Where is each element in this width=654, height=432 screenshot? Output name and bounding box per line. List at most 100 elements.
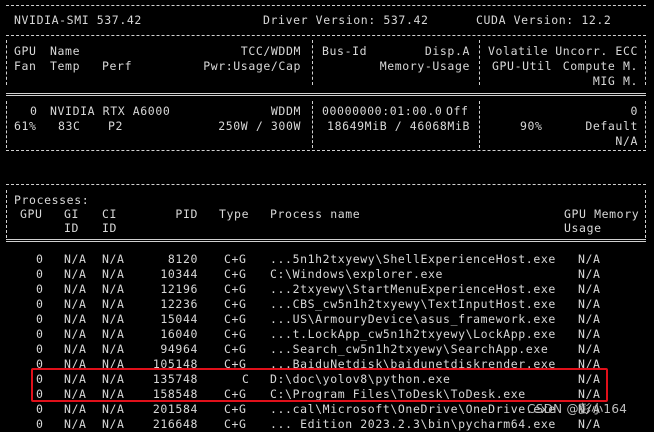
row-type: C+G <box>224 297 247 311</box>
row-ci: N/A <box>102 297 125 311</box>
row-gpu: 0 <box>36 252 44 266</box>
row-type: C+G <box>224 282 247 296</box>
gpu-fan: 61% <box>14 119 37 133</box>
row-process-name: C:\Windows\explorer.exe <box>270 267 444 281</box>
row-gpu: 0 <box>36 282 44 296</box>
row-type: C+G <box>224 312 247 326</box>
proc-sep-right <box>645 190 646 238</box>
row-gpu-memory: N/A <box>578 282 601 296</box>
row-process-name: ...cal\Microsoft\OneDrive\OneDrive.exe <box>270 402 556 416</box>
gpu-index: 0 <box>30 104 38 118</box>
watermark: CSDN @彭小164 <box>527 402 628 416</box>
proc-col-ci-id: ID <box>102 221 118 235</box>
row-gpu-memory: N/A <box>578 327 601 341</box>
processes-double-divider <box>6 239 646 242</box>
row-pid: 15044 <box>160 312 198 326</box>
sep-mid1 <box>312 40 313 85</box>
col-tcc: TCC/WDDM <box>240 44 301 58</box>
row-pid: 10344 <box>160 267 198 281</box>
process-row: 0 N/A N/A 94964 C+G ...Search_cw5n1h2txyewy\S… <box>0 342 654 357</box>
row-gpu-memory: N/A <box>578 252 601 266</box>
row-gpu: 0 <box>36 417 44 431</box>
row-pid: 16040 <box>160 327 198 341</box>
row-gpu-memory: N/A <box>578 267 601 281</box>
row-gi: N/A <box>64 282 87 296</box>
col-mig: MIG M. <box>592 74 638 88</box>
sep-mid2-2 <box>479 101 480 148</box>
row-process-name: ...US\ArmouryDevice\asus_framework.exe <box>270 312 556 326</box>
row-gi: N/A <box>64 312 87 326</box>
process-row: 0 N/A N/A 216648 C+G ... Edition 2023.2.3\bin… <box>0 417 654 432</box>
row-process-name: ...t.LockApp_cw5n1h2txyewy\LockApp.exe <box>270 327 556 341</box>
row-gpu: 0 <box>36 327 44 341</box>
process-row: 0 N/A N/A 10344 C+G C:\Windows\explorer.exe N/… <box>0 267 654 282</box>
process-row: 0 N/A N/A 12196 C+G ...2txyewy\StartMenuExper… <box>0 282 654 297</box>
proc-col-gi-id: ID <box>64 221 80 235</box>
row-ci: N/A <box>102 342 125 356</box>
sep-mid2 <box>479 40 480 85</box>
col-fan: Fan <box>14 59 37 73</box>
row-gi: N/A <box>64 342 87 356</box>
processes-top-border <box>6 184 646 185</box>
proc-col-mem: GPU Memory <box>564 207 640 221</box>
sep-right-2 <box>645 101 646 148</box>
row-process-name: ... Edition 2023.2.3\bin\pycharm64.exe <box>270 417 556 431</box>
col-name: Name <box>50 44 81 58</box>
row-gpu-memory: N/A <box>578 297 601 311</box>
row-gi: N/A <box>64 402 87 416</box>
col-memusage: Memory-Usage <box>379 59 470 73</box>
row-gpu-memory: N/A <box>578 342 601 356</box>
row-ci: N/A <box>102 252 125 266</box>
row-gpu: 0 <box>36 342 44 356</box>
proc-col-gi: GI <box>64 207 80 221</box>
row-pid: 216648 <box>152 417 198 431</box>
smi-version: NVIDIA-SMI 537.42 <box>14 13 142 27</box>
row-type: C+G <box>224 252 247 266</box>
row-ci: N/A <box>102 312 125 326</box>
terminal-window: { "header": { "smi": "NVIDIA-SMI 537.42"… <box>0 0 654 431</box>
gpu-ecc: 0 <box>630 104 638 118</box>
gpu-power: 250W / 300W <box>218 119 301 133</box>
row-ci: N/A <box>102 327 125 341</box>
row-process-name: ...5n1h2txyewy\ShellExperienceHost.exe <box>270 252 556 266</box>
header-divider <box>6 35 646 36</box>
sep-right <box>645 40 646 85</box>
gpu-perf: P2 <box>108 119 124 133</box>
col-pwr: Pwr:Usage/Cap <box>203 59 301 73</box>
row-gpu: 0 <box>36 297 44 311</box>
proc-col-gpu: GPU <box>20 207 43 221</box>
gpu-compute: Default <box>585 119 638 133</box>
process-row: 0 N/A N/A 8120 C+G ...5n1h2txyewy\ShellExperi… <box>0 252 654 267</box>
col-gpuutil: GPU-Util <box>492 59 553 73</box>
col-dispa: Disp.A <box>424 44 470 58</box>
row-gpu-memory: N/A <box>578 417 601 431</box>
row-ci: N/A <box>102 417 125 431</box>
proc-col-ci: CI <box>102 207 118 221</box>
row-type: C+G <box>224 402 247 416</box>
proc-col-type: Type <box>219 207 250 221</box>
proc-sep-left <box>6 190 7 238</box>
row-process-name: ...2txyewy\StartMenuExperienceHost.exe <box>270 282 556 296</box>
top-border <box>6 5 646 6</box>
row-gi: N/A <box>64 252 87 266</box>
gpu-busid: 00000000:01:00.0 <box>322 104 443 118</box>
gpu-name: NVIDIA RTX A6000 <box>50 104 171 118</box>
row-pid: 12196 <box>160 282 198 296</box>
process-row: 0 N/A N/A 15044 C+G ...US\ArmouryDevice\asus_… <box>0 312 654 327</box>
row-gi: N/A <box>64 327 87 341</box>
process-row: 0 N/A N/A 12236 C+G ...CBS_cw5n1h2txyewy\Text… <box>0 297 654 312</box>
row-gpu-memory: N/A <box>578 312 601 326</box>
col-volatile: Volatile <box>488 44 549 58</box>
col-busid: Bus-Id <box>322 44 368 58</box>
row-pid: 8120 <box>167 252 198 266</box>
col-temp: Temp <box>50 59 81 73</box>
row-type: C+G <box>224 417 247 431</box>
sep-mid1-2 <box>312 101 313 148</box>
header-double-divider <box>6 93 646 96</box>
gpu-mig: N/A <box>615 134 638 148</box>
row-gi: N/A <box>64 267 87 281</box>
driver-version: Driver Version: 537.42 <box>263 13 429 27</box>
row-process-name: ...CBS_cw5n1h2txyewy\TextInputHost.exe <box>270 297 556 311</box>
col-gpu: GPU <box>14 44 37 58</box>
row-type: C+G <box>224 267 247 281</box>
